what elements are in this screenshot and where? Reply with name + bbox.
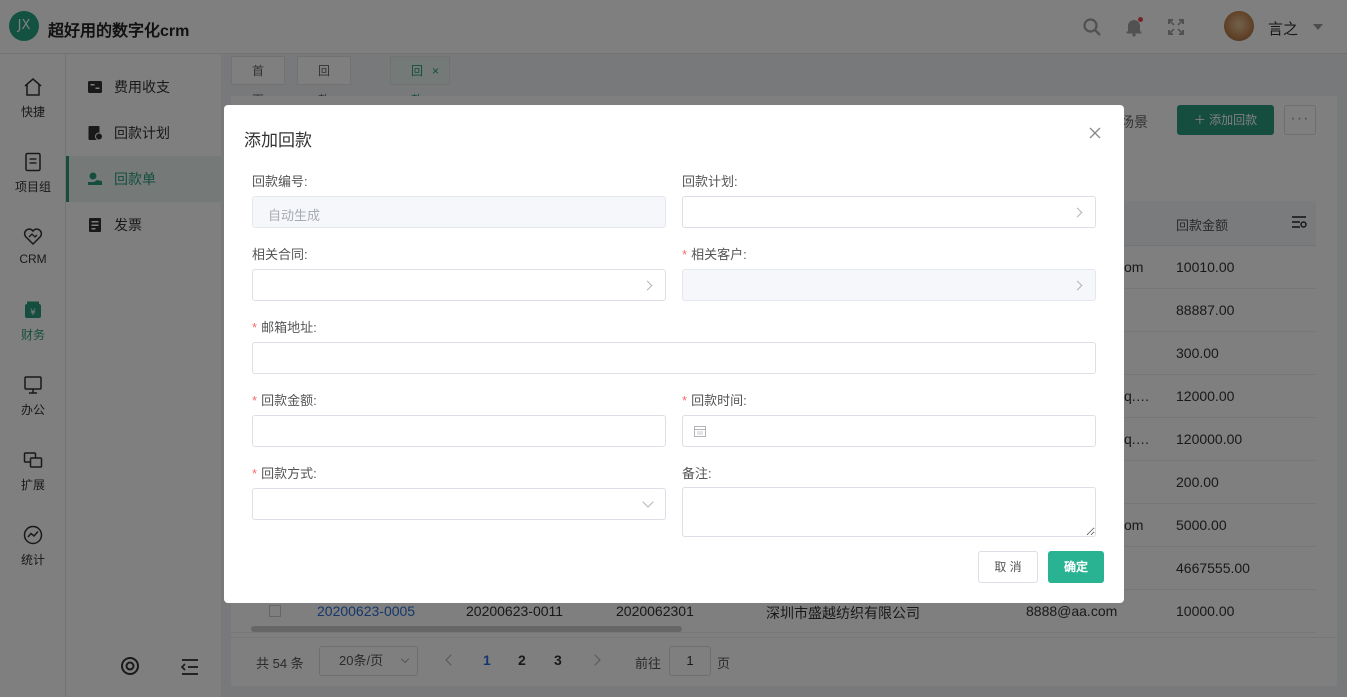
chevron-right-icon — [1072, 280, 1083, 291]
receipt-time-picker[interactable] — [682, 415, 1096, 447]
confirm-button[interactable]: 确定 — [1048, 551, 1104, 583]
remark-textarea[interactable] — [682, 487, 1096, 537]
field-label: 备注: — [682, 466, 712, 481]
chevron-right-icon — [1072, 207, 1083, 218]
related-contract-select[interactable] — [252, 269, 666, 301]
receipt-number-field: 自动生成 — [252, 196, 666, 228]
add-receipt-dialog: 添加回款 回款编号: 自动生成 回款计划: 相关合同: * 相关客户: * 邮箱地址… — [224, 105, 1124, 603]
required-mark: * — [252, 466, 258, 481]
field-label: * 回款时间: — [682, 393, 747, 408]
calendar-icon — [694, 426, 706, 437]
dialog-title: 添加回款 — [244, 131, 312, 150]
receipt-plan-select[interactable] — [682, 196, 1096, 228]
chevron-right-icon — [642, 280, 653, 291]
field-label: * 回款方式: — [252, 466, 317, 481]
required-mark: * — [252, 320, 258, 335]
receipt-method-select[interactable] — [252, 488, 666, 520]
field-label: * 回款金额: — [252, 393, 317, 408]
field-label: 回款计划: — [682, 174, 738, 189]
cancel-button[interactable]: 取 消 — [978, 551, 1038, 583]
required-mark: * — [682, 247, 688, 262]
field-label: * 邮箱地址: — [252, 320, 317, 335]
field-label: 回款编号: — [252, 174, 308, 189]
receipt-amount-field[interactable] — [252, 415, 666, 447]
email-field[interactable] — [252, 342, 1096, 374]
required-mark: * — [682, 393, 688, 408]
field-label: * 相关客户: — [682, 247, 747, 262]
field-label: 相关合同: — [252, 247, 308, 262]
required-mark: * — [252, 393, 258, 408]
close-icon[interactable] — [1089, 127, 1101, 139]
related-customer-select — [682, 269, 1096, 301]
chevron-down-icon — [642, 496, 654, 508]
